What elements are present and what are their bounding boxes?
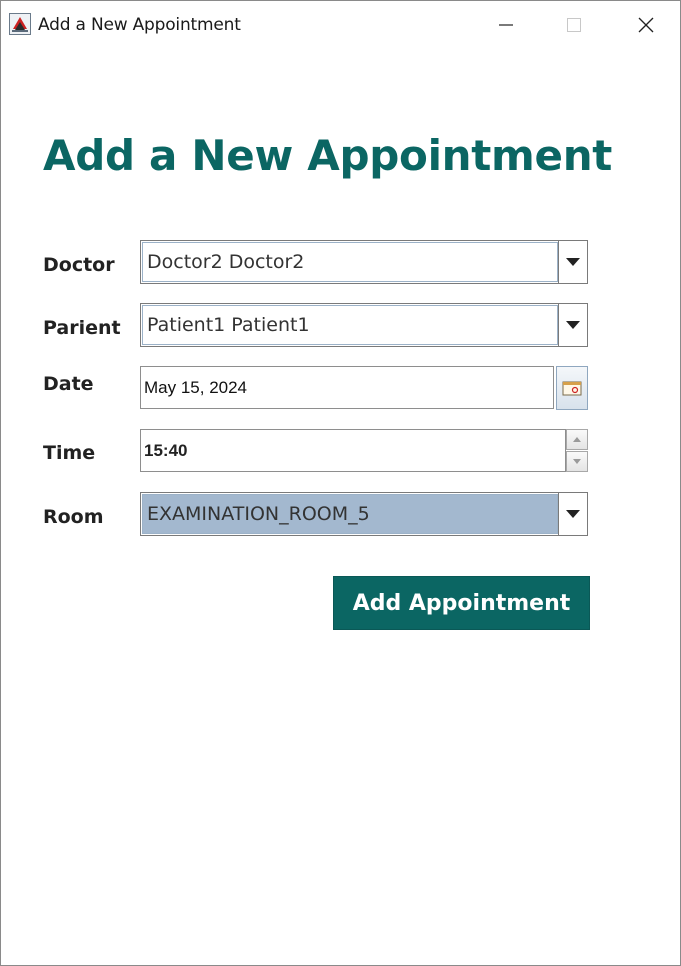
minimize-button[interactable]: [486, 9, 526, 41]
room-label: Room: [43, 506, 104, 528]
date-label: Date: [43, 373, 94, 395]
room-selected-value: EXAMINATION_ROOM_5: [142, 494, 558, 534]
java-app-icon: [9, 13, 31, 35]
time-increment-button[interactable]: [566, 429, 588, 450]
arrow-up-icon: [573, 437, 581, 442]
room-dropdown-button[interactable]: [558, 493, 587, 535]
date-field[interactable]: May 15, 2024: [140, 366, 554, 409]
patient-label: Parient: [43, 317, 121, 339]
app-window: Add a New Appointment Add a New Appointm…: [0, 0, 681, 966]
room-combobox[interactable]: EXAMINATION_ROOM_5: [140, 492, 588, 536]
add-appointment-button[interactable]: Add Appointment: [333, 576, 590, 630]
doctor-label: Doctor: [43, 254, 115, 276]
time-decrement-button[interactable]: [566, 451, 588, 472]
chevron-down-icon: [566, 510, 580, 518]
doctor-dropdown-button[interactable]: [558, 241, 587, 283]
title-bar[interactable]: Add a New Appointment: [1, 1, 680, 47]
time-spinner-field[interactable]: 15:40: [140, 429, 566, 472]
window-title: Add a New Appointment: [38, 15, 241, 35]
maximize-button[interactable]: [554, 9, 594, 41]
patient-dropdown-button[interactable]: [558, 304, 587, 346]
minimize-icon: [499, 24, 513, 26]
patient-combobox[interactable]: Patient1 Patient1: [140, 303, 588, 347]
time-label: Time: [43, 442, 96, 464]
close-icon: [638, 17, 654, 33]
patient-selected-value: Patient1 Patient1: [142, 305, 558, 345]
chevron-down-icon: [566, 258, 580, 266]
maximize-icon: [567, 18, 581, 32]
close-button[interactable]: [626, 9, 666, 41]
calendar-icon: [562, 381, 582, 396]
calendar-button[interactable]: [556, 366, 588, 410]
arrow-down-icon: [573, 459, 581, 464]
page-title: Add a New Appointment: [43, 131, 613, 180]
doctor-selected-value: Doctor2 Doctor2: [142, 242, 558, 282]
doctor-combobox[interactable]: Doctor2 Doctor2: [140, 240, 588, 284]
chevron-down-icon: [566, 321, 580, 329]
